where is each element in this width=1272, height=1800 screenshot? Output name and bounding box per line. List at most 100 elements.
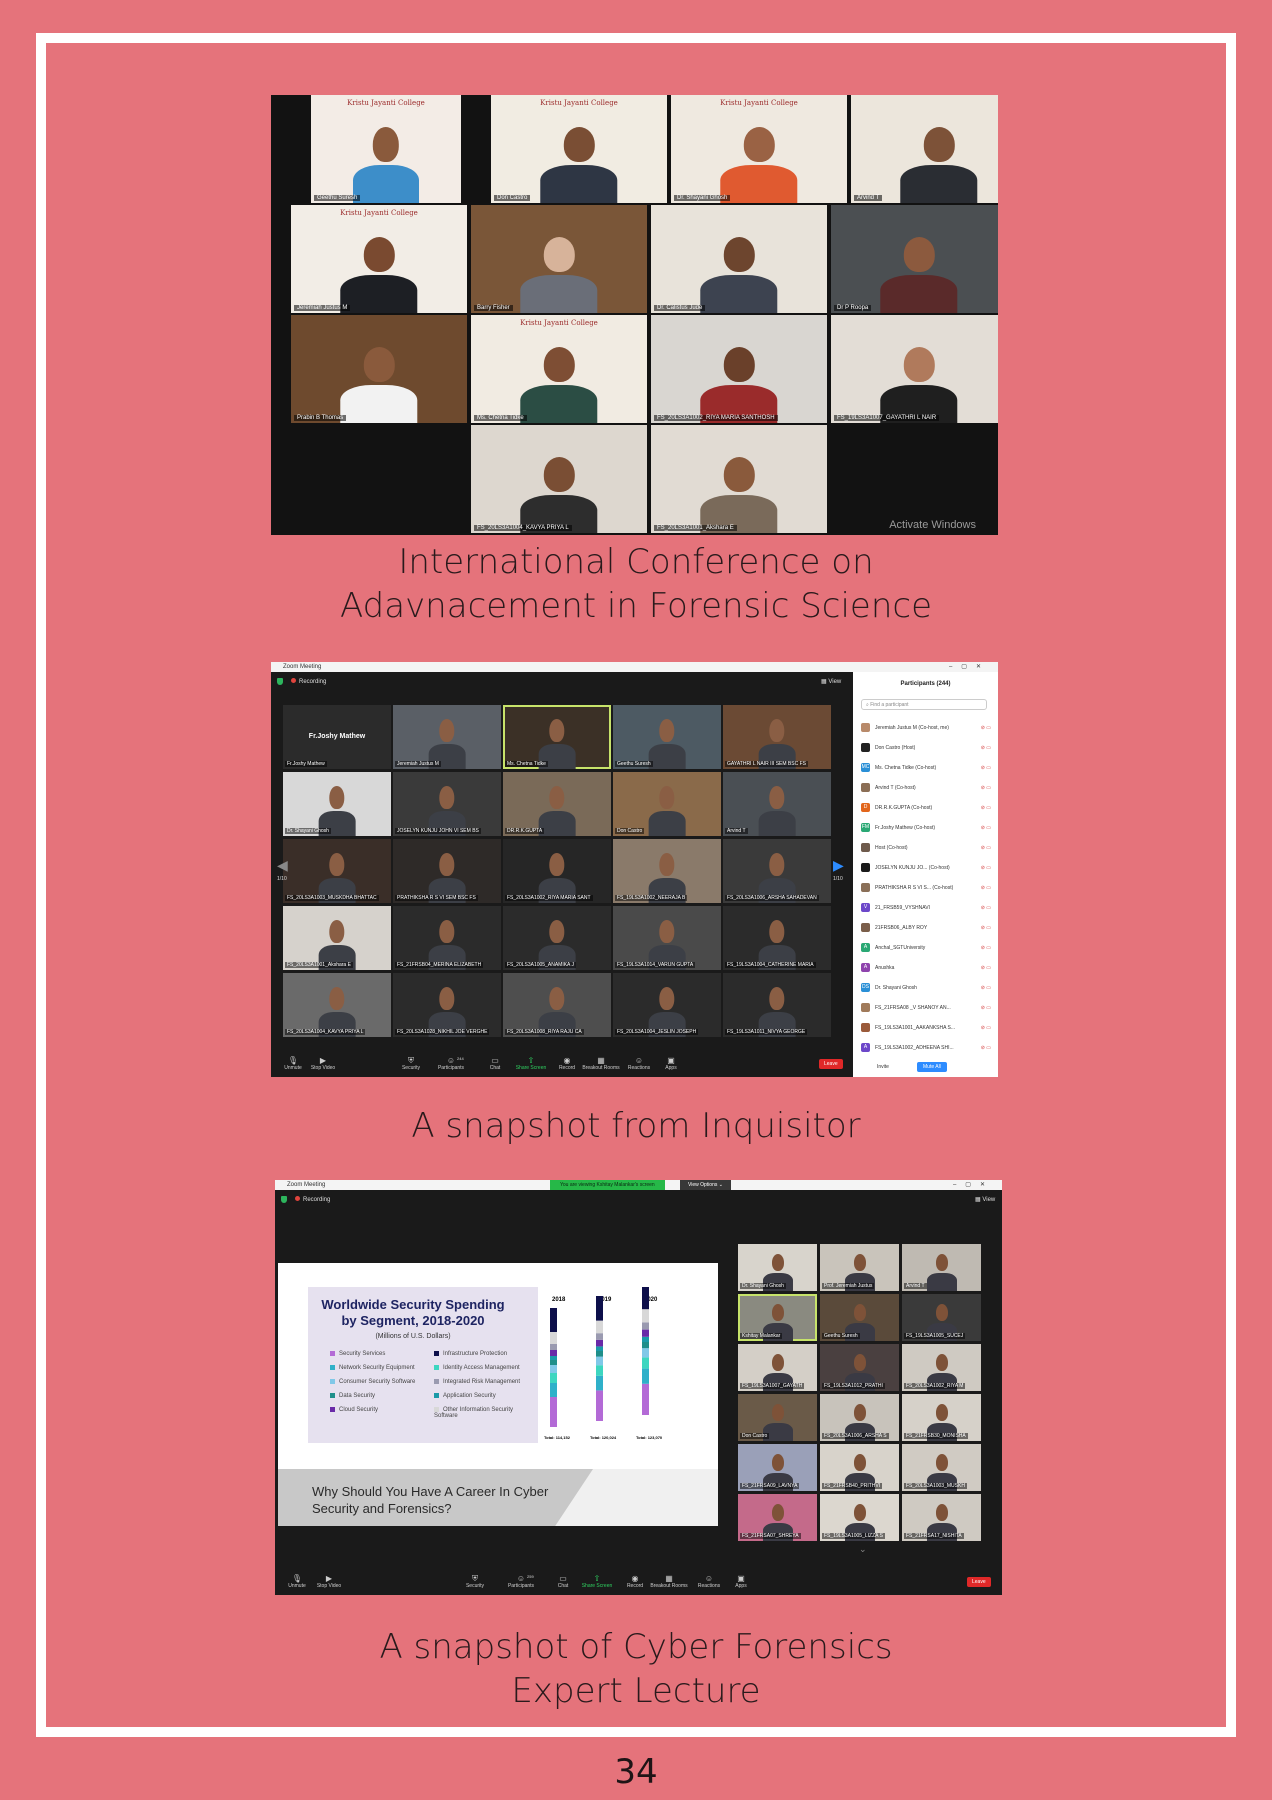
gallery-video-tile[interactable]: FS_19LS3A1005_SUCEJ [902,1294,981,1341]
gallery-video-tile[interactable]: Arvind T [723,772,831,836]
gallery-video-tile[interactable]: Dr. Shayani Ghosh [738,1244,817,1291]
mic-muted-icon[interactable]: ⊘ ▭ [981,998,991,1018]
gallery-video-tile[interactable]: FS_20LS3A1002_RIYA MARIA SANT [503,839,611,903]
mic-muted-icon[interactable]: ⊘ ▭ [981,898,991,918]
gallery-video-tile[interactable]: FS_19LS3A1002_NEERAJA B [613,839,721,903]
gallery-video-tile[interactable]: FS_19LS3A1012_PRATHI [820,1344,899,1391]
mic-muted-icon[interactable]: ⊘ ▭ [981,958,991,978]
gallery-video-tile[interactable]: FS_20LS3A1004_KAVYA PRIYA L [283,973,391,1037]
gallery-video-tile[interactable]: Kshitay Malankar [738,1294,817,1341]
mic-muted-icon[interactable]: ⊘ ▭ [981,838,991,858]
breakout-rooms-button[interactable]: ▦ Breakout Rooms [581,1056,621,1071]
participant-row[interactable]: FM Fr.Joshy Mathew (Co-host) ⊘ ▭ [861,818,991,838]
gallery-video-tile[interactable]: FS_20LS3A1003_MUSKDHA BHATTAC [283,839,391,903]
mic-muted-icon[interactable]: ⊘ ▭ [981,718,991,738]
gallery-video-tile[interactable]: Don Castro [613,772,721,836]
window-controls[interactable]: –▢✕ [953,1180,994,1190]
mic-muted-icon[interactable]: ⊘ ▭ [981,938,991,958]
gallery-video-tile[interactable]: Prof. Jeremiah Justus [820,1244,899,1291]
mic-muted-icon[interactable]: ⊘ ▭ [981,818,991,838]
gallery-video-tile[interactable]: FS_20LS3A1006_ARSHA SAHADEVAN [723,839,831,903]
participant-row[interactable]: FS_21FRSA08 _V SHANOY AN... ⊘ ▭ [861,998,991,1018]
gallery-video-tile[interactable]: Arvind T [902,1244,981,1291]
mic-muted-icon[interactable]: ⊘ ▭ [981,778,991,798]
next-page-arrow-icon[interactable]: ▶ [833,857,844,874]
gallery-video-tile[interactable]: JOSELYN KUNJU JOHN VI SEM BS [393,772,501,836]
gallery-video-tile[interactable]: PRATHIKSHA R S VI SEM BSC FS [393,839,501,903]
mic-muted-icon[interactable]: ⊘ ▭ [981,978,991,998]
gallery-video-tile[interactable]: FS_19LS3A1007_GAYATH [738,1344,817,1391]
participant-row[interactable]: Jeremiah Justus M (Co-host, me) ⊘ ▭ [861,718,991,738]
apps-button[interactable]: ▣ Apps [651,1056,691,1071]
stop-video-button[interactable]: ▶ Stop Video [309,1574,349,1589]
gallery-video-tile[interactable]: FS_21FRSA17_NISHITA [902,1494,981,1541]
gallery-video-tile[interactable]: FS_20LS3A1005_ANAMIKA J [503,906,611,970]
gallery-video-tile[interactable]: FS_21FRSA07_SHREYA [738,1494,817,1541]
gallery-video-tile[interactable]: FS_20LS3A1001_Akshara E [283,906,391,970]
mic-muted-icon[interactable]: ⊘ ▭ [981,798,991,818]
participant-row[interactable]: 21FRSB06_ALBY ROY ⊘ ▭ [861,918,991,938]
gallery-video-tile[interactable]: Geethu Suresh [820,1294,899,1341]
mic-muted-icon[interactable]: ⊘ ▭ [981,1038,991,1058]
participant-row[interactable]: PRATHIKSHA R S VI S... (Co-host) ⊘ ▭ [861,878,991,898]
gallery-video-tile[interactable]: Fr.Joshy Mathew Fr.Joshy Mathew [283,705,391,769]
gallery-video-tile[interactable]: FS_20LS3A1008_RIYA RAJU CA [503,973,611,1037]
gallery-video-tile[interactable]: FS_20LS3A1002_RIYA M [902,1344,981,1391]
leave-button[interactable]: Leave [967,1577,991,1587]
security-button[interactable]: ⛨ Security [391,1056,431,1071]
leave-button[interactable]: Leave [819,1059,843,1069]
chat-button[interactable]: ▭ Chat [475,1056,515,1071]
prev-page-arrow-icon[interactable]: ◀ [277,857,288,874]
gallery-video-tile[interactable]: Geethu Suresh [613,705,721,769]
mic-muted-icon[interactable]: ⊘ ▭ [981,918,991,938]
gallery-video-tile[interactable]: Jeremiah Justus M [393,705,501,769]
participant-row[interactable]: Host (Co-host) ⊘ ▭ [861,838,991,858]
gallery-video-tile[interactable]: FS_20LS3A1028_NIKHIL JOE VERGHE [393,973,501,1037]
participant-row[interactable]: Arvind T (Co-host) ⊘ ▭ [861,778,991,798]
gallery-video-tile[interactable]: FS_21FRSA09_LAVNYA [738,1444,817,1491]
participant-row[interactable]: DS Dr. Shayani Ghosh ⊘ ▭ [861,978,991,998]
gallery-video-tile[interactable]: FS_19LS3A1011_NIVYA GEORGE [723,973,831,1037]
participants-button[interactable]: ☺ 244 Participants [431,1056,471,1071]
share-screen-button[interactable]: ⇧ Share Screen [577,1574,617,1589]
chevron-down-icon[interactable]: ⌄ [859,1544,867,1555]
mic-muted-icon[interactable]: ⊘ ▭ [981,858,991,878]
gallery-video-tile[interactable]: DR.R.K.GUPTA [503,772,611,836]
view-options-button[interactable]: View Options ⌄ [680,1180,731,1190]
view-button[interactable]: ▦ View [975,1196,995,1203]
participant-row[interactable]: Don Castro (Host) ⊘ ▭ [861,738,991,758]
breakout-rooms-button[interactable]: ▦ Breakout Rooms [649,1574,689,1589]
security-button[interactable]: ⛨ Security [455,1574,495,1589]
mic-muted-icon[interactable]: ⊘ ▭ [981,738,991,758]
window-controls[interactable]: –▢✕ [949,662,990,672]
gallery-video-tile[interactable]: FS_21FRSB40_PRITHVI [820,1444,899,1491]
gallery-video-tile[interactable]: Don Castro [738,1394,817,1441]
gallery-video-tile[interactable]: FS_21FRSB04_MERINA ELIZABETH [393,906,501,970]
gallery-video-tile[interactable]: FS_21FRSB30_MONISHA [902,1394,981,1441]
apps-button[interactable]: ▣ Apps [721,1574,761,1589]
gallery-video-tile[interactable]: FS_20LS3A1004_JESLIN JOSEPH [613,973,721,1037]
participant-row[interactable]: A Anushka ⊘ ▭ [861,958,991,978]
gallery-video-tile[interactable]: FS_20LS3A1006_ARSHA S [820,1394,899,1441]
gallery-video-tile[interactable]: GAYATHRI L NAIR III SEM BSC FS [723,705,831,769]
participant-row[interactable]: FS_19LS3A1001_AAKANKSHA S... ⊘ ▭ [861,1018,991,1038]
gallery-video-tile[interactable]: FS_19LS3A1014_VARUN GUPTA [613,906,721,970]
share-screen-button[interactable]: ⇧ Share Screen [511,1056,551,1071]
participant-search-input[interactable]: ⌕ Find a participant [861,699,987,710]
view-button[interactable]: ▦ View [821,678,841,685]
gallery-video-tile[interactable]: FS_19LS3A1004_CATHERINE MARIA [723,906,831,970]
participant-row[interactable]: D DR.R.K.GUPTA (Co-host) ⊘ ▭ [861,798,991,818]
stop-video-button[interactable]: ▶ Stop Video [303,1056,343,1071]
participant-row[interactable]: V 21_FRSB59_VYSHNAVI ⊘ ▭ [861,898,991,918]
mic-muted-icon[interactable]: ⊘ ▭ [981,1018,991,1038]
gallery-video-tile[interactable]: Ms. Chetna Tidke [503,705,611,769]
invite-button[interactable]: Invite [877,1064,889,1070]
participant-row[interactable]: JOSELYN KUNJU JO... (Co-host) ⊘ ▭ [861,858,991,878]
gallery-video-tile[interactable]: Dr. Shayani Ghosh [283,772,391,836]
mute-all-button[interactable]: Mute All [917,1062,947,1072]
mic-muted-icon[interactable]: ⊘ ▭ [981,878,991,898]
participant-row[interactable]: A FS_19LS3A1002_ADHEENA SHI... ⊘ ▭ [861,1038,991,1058]
participants-button[interactable]: ☺ 259 Participants [501,1574,541,1589]
participant-row[interactable]: MC Ms. Chetna Tidke (Co-host) ⊘ ▭ [861,758,991,778]
participant-row[interactable]: A Anchal_SGTUniversity ⊘ ▭ [861,938,991,958]
